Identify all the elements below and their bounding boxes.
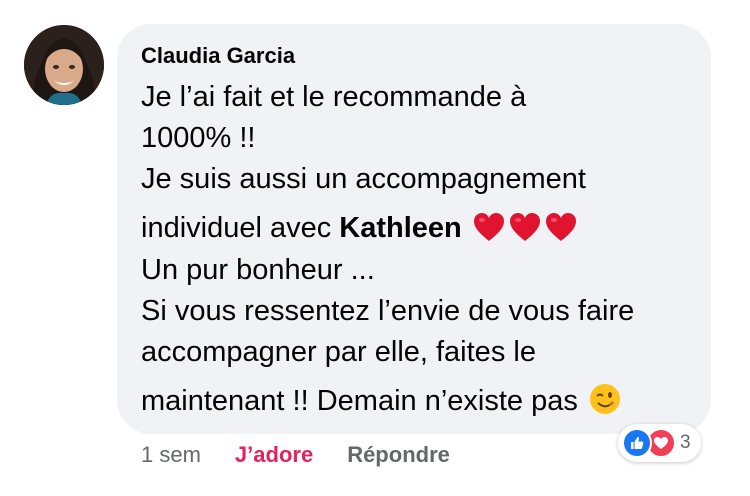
comment-timestamp[interactable]: 1 sem <box>141 442 201 468</box>
comment-actions: 1 sem J’adore Répondre <box>141 440 450 470</box>
avatar-photo <box>24 25 104 105</box>
comment-line: Si vous ressentez l’envie de vous faire <box>141 295 635 327</box>
like-button[interactable]: J’adore <box>235 442 313 468</box>
comment-bubble: Claudia Garcia Je l’ai fait et le recomm… <box>117 24 711 434</box>
comment-line-text: individuel avec <box>141 212 340 244</box>
avatar[interactable] <box>24 25 104 105</box>
comment-line: accompagner par elle, faites le <box>141 336 536 368</box>
reaction-summary[interactable]: 3 <box>618 424 701 462</box>
comment-author[interactable]: Claudia Garcia <box>141 42 687 72</box>
heart-icon <box>472 211 506 255</box>
winking-face-icon <box>588 382 622 428</box>
mention-kathleen[interactable]: Kathleen <box>339 212 461 244</box>
comment-line: 1000% !! <box>141 122 256 154</box>
comment-line: Un pur bonheur ... <box>141 254 375 286</box>
comment-line: Je suis aussi un accompagnement <box>141 163 586 195</box>
reaction-count: 3 <box>680 432 691 453</box>
comment-text: Je l’ai fait et le recommande à 1000% !!… <box>141 77 687 423</box>
comment-line-text: maintenant !! Demain n’existe pas <box>141 385 578 417</box>
comment-line: individuel avec Kathleen <box>141 200 687 250</box>
heart-icon <box>508 211 542 255</box>
comment-thread: Claudia Garcia Je l’ai fait et le recomm… <box>0 0 750 496</box>
like-icon <box>622 428 652 458</box>
reply-button[interactable]: Répondre <box>347 442 450 468</box>
heart-icon <box>544 211 578 255</box>
comment-line: maintenant !! Demain n’existe pas <box>141 373 687 423</box>
comment-line: Je l’ai fait et le recommande à <box>141 81 527 113</box>
